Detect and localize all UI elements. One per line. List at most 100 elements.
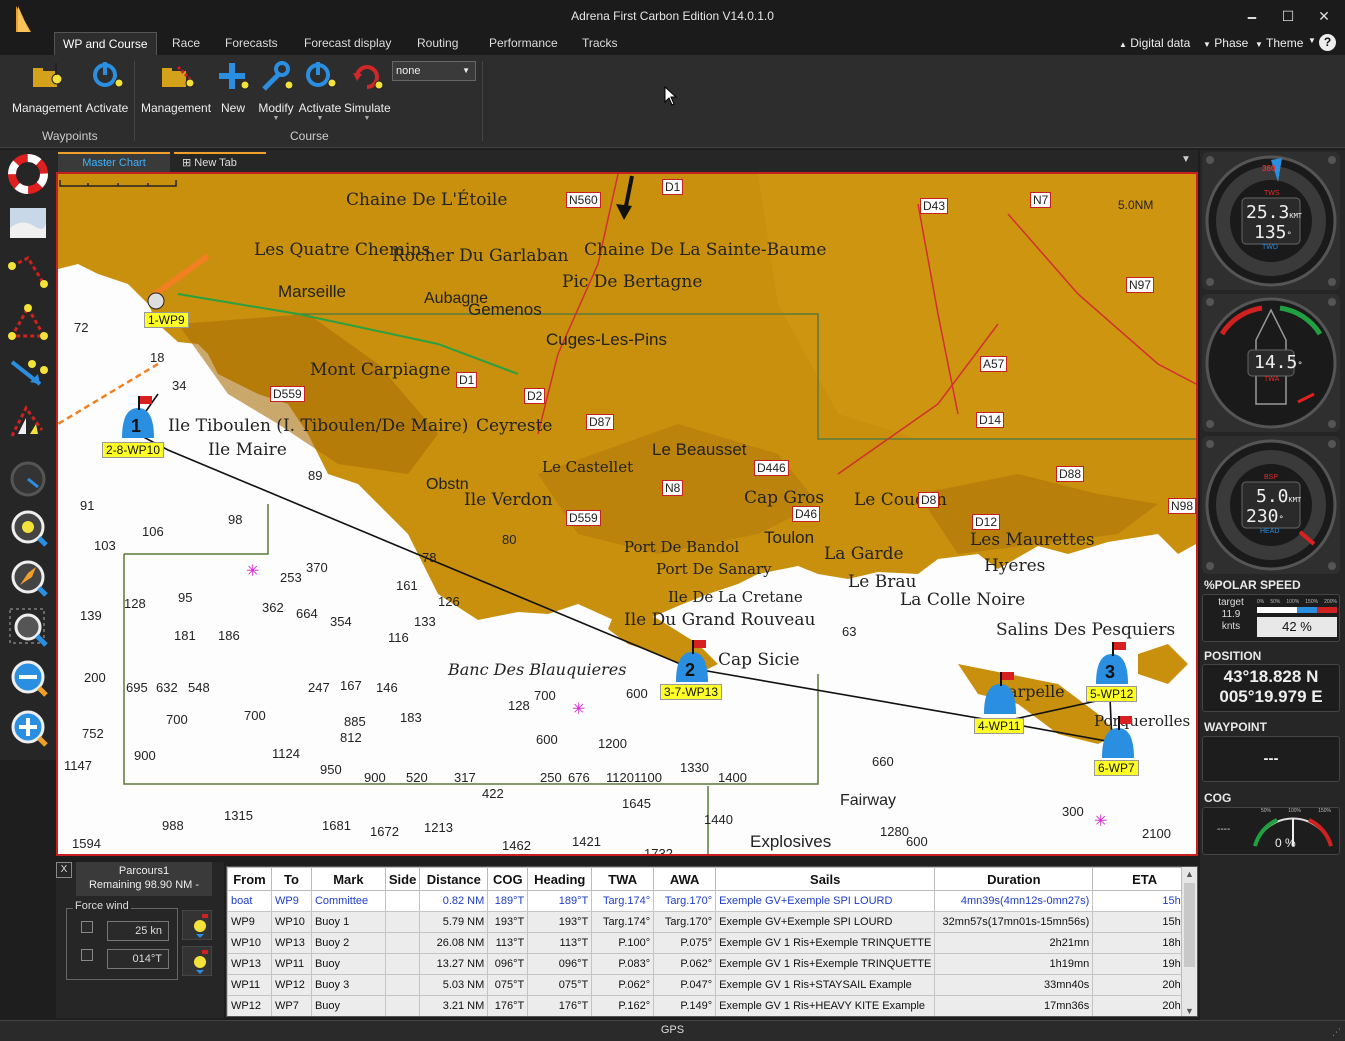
chart-map-icon[interactable] [6,200,50,246]
column-header[interactable]: To [270,867,312,891]
depth-sounding: 1594 [72,836,101,851]
tab-new-tab[interactable]: ⊞ New Tab [174,152,266,172]
depth-sounding: 1213 [424,820,453,835]
minimize-button[interactable]: 🗕 [1242,6,1262,26]
heading-label: HEAD [1260,528,1280,535]
column-header[interactable]: Side [384,867,421,891]
wind-direction-input[interactable]: 014°T [107,949,169,969]
column-header[interactable]: Sails [715,867,936,891]
column-header[interactable]: Mark [310,867,386,891]
table-row[interactable]: WP13 WP11 Buoy 13.27 NM 096°T 096°T P.08… [227,953,1197,975]
depth-sounding: 362 [262,600,284,615]
wind-buoy-icon[interactable] [182,910,212,940]
course-management-button[interactable]: Management [141,59,211,115]
close-button[interactable]: ✕ [1314,6,1334,26]
chevron-down-icon[interactable]: ▼ [1185,1006,1194,1016]
waypoint-marker-icon[interactable] [1098,716,1138,760]
tab-routing[interactable]: Routing [409,32,466,55]
waypoint-label[interactable]: 5-WP12 [1086,686,1138,702]
window-title: Adrena First Carbon Edition V14.0.1.0 [571,9,774,23]
tab-performance[interactable]: Performance [481,32,566,55]
column-header[interactable]: Duration [934,867,1094,891]
waypoint-label[interactable]: 6-WP7 [1094,760,1139,776]
waypoints-activate-button[interactable]: Activate [84,59,130,115]
compass-icon[interactable] [6,555,50,601]
maximize-button[interactable]: ☐ [1278,6,1298,26]
route-icon[interactable] [6,250,50,296]
table-row[interactable]: WP11 WP12 Buoy 3 5.03 NM 075°T 075°T P.0… [227,974,1197,996]
nautical-chart[interactable]: ✳ ✳ ✳ 5.0NM Chaine De L'Étoile Chaine De… [56,172,1198,856]
digital-data-menu[interactable]: ▲ Digital data [1119,36,1190,50]
zoom-out-icon[interactable] [6,655,50,701]
polar-speed-title: %POLAR SPEED [1204,578,1301,592]
course-modify-button[interactable]: Modify ▼ [256,59,296,123]
course-activate-button[interactable]: Activate ▼ [298,59,342,123]
column-header[interactable]: TWA [591,867,655,891]
course-triangle-icon[interactable] [6,300,50,346]
wind-speed-input[interactable]: 25 kn [107,921,169,941]
sailboat-route-icon[interactable] [6,400,50,446]
waypoint-marker-icon[interactable]: 3 [1092,642,1132,686]
table-row[interactable]: WP9 WP10 Buoy 1 5.79 NM 193°T 193°T Targ… [227,911,1197,933]
resize-grip-icon[interactable]: ⋰ [1332,1027,1341,1038]
depth-sounding: 676 [568,770,590,785]
wind-speed-checkbox[interactable] [81,921,93,933]
twa-value: 135° [1254,222,1292,243]
waypoint-label[interactable]: 2-8-WP10 [102,442,165,458]
course-select[interactable]: none ▼ [392,61,476,81]
help-icon[interactable]: ? [1319,34,1336,51]
column-header[interactable]: Distance [419,867,489,891]
plus-icon [219,63,250,90]
course-simulate-button[interactable]: Simulate ▼ [344,59,391,123]
depth-sounding: 1421 [572,834,601,849]
waypoint-label[interactable]: 1-WP9 [144,312,189,328]
waypoints-management-button[interactable]: Management [12,59,82,115]
waypoint-label[interactable]: 3-7-WP13 [660,684,723,700]
depth-sounding: 1120 [606,770,634,785]
phase-menu[interactable]: ▼ Phase [1203,36,1248,50]
depth-sounding: 128 [124,596,146,611]
close-panel-button[interactable]: X [56,862,72,878]
map-label: Marseille [278,282,347,301]
road-label: D559 [270,386,305,402]
table-row[interactable]: WP10 WP13 Buoy 2 26.08 NM 113°T 113°T P.… [227,932,1197,954]
column-header[interactable]: AWA [653,867,717,891]
depth-sounding: 128 [508,698,530,713]
wind-direction-checkbox[interactable] [81,949,93,961]
table-row[interactable]: boat WP9 Committee 0.82 NM 189°T 189°T T… [227,890,1197,912]
cell-side [384,995,421,1016]
theme-menu[interactable]: ▼ Theme [1255,36,1303,50]
table-scrollbar[interactable]: ▲ ▼ [1181,867,1197,1016]
tab-race[interactable]: Race [164,32,208,55]
tab-forecasts[interactable]: Forecasts [217,32,286,55]
cell-twa: P.162° [591,995,655,1016]
waypoint-label[interactable]: 4-WP11 [974,718,1025,734]
column-header[interactable]: Heading [527,867,593,891]
zoom-in-icon[interactable] [6,705,50,751]
route-table-grid: From To Mark Side Distance COG Heading T… [227,867,1197,1016]
polar-scale-bar [1257,607,1337,613]
cell-mark: Buoy 3 [310,974,386,996]
arrow-waypoint-icon[interactable] [6,350,50,396]
chevron-down-icon[interactable]: ▼ [1181,154,1191,165]
table-row[interactable]: WP12 WP7 Buoy 3.21 NM 176°T 176°T P.162°… [227,995,1197,1016]
waypoint-marker-icon[interactable]: 1 [118,396,158,440]
scrollbar-thumb[interactable] [1184,883,1195,967]
waypoint-marker-icon[interactable]: 2 [672,640,712,684]
tab-master-chart[interactable]: Master Chart [58,152,170,172]
chevron-up-icon[interactable]: ▲ [1185,869,1194,879]
depth-sounding: 1315 [224,808,253,823]
zoom-area-icon[interactable] [6,605,50,651]
zoom-waypoint-icon[interactable] [6,505,50,551]
column-header[interactable]: COG [487,867,529,891]
waypoint-marker-icon[interactable] [980,672,1020,716]
column-header[interactable]: From [227,867,272,891]
tab-forecast-display[interactable]: Forecast display [296,32,399,55]
course-new-button[interactable]: New [214,59,252,115]
gauge-icon[interactable] [6,455,50,501]
tab-tracks[interactable]: Tracks [574,32,626,55]
wind-direction-buoy-icon[interactable] [182,946,212,976]
tab-wp-and-course[interactable]: WP and Course [54,32,157,55]
lifebuoy-icon[interactable] [6,150,50,196]
depth-sounding: 106 [142,524,164,539]
